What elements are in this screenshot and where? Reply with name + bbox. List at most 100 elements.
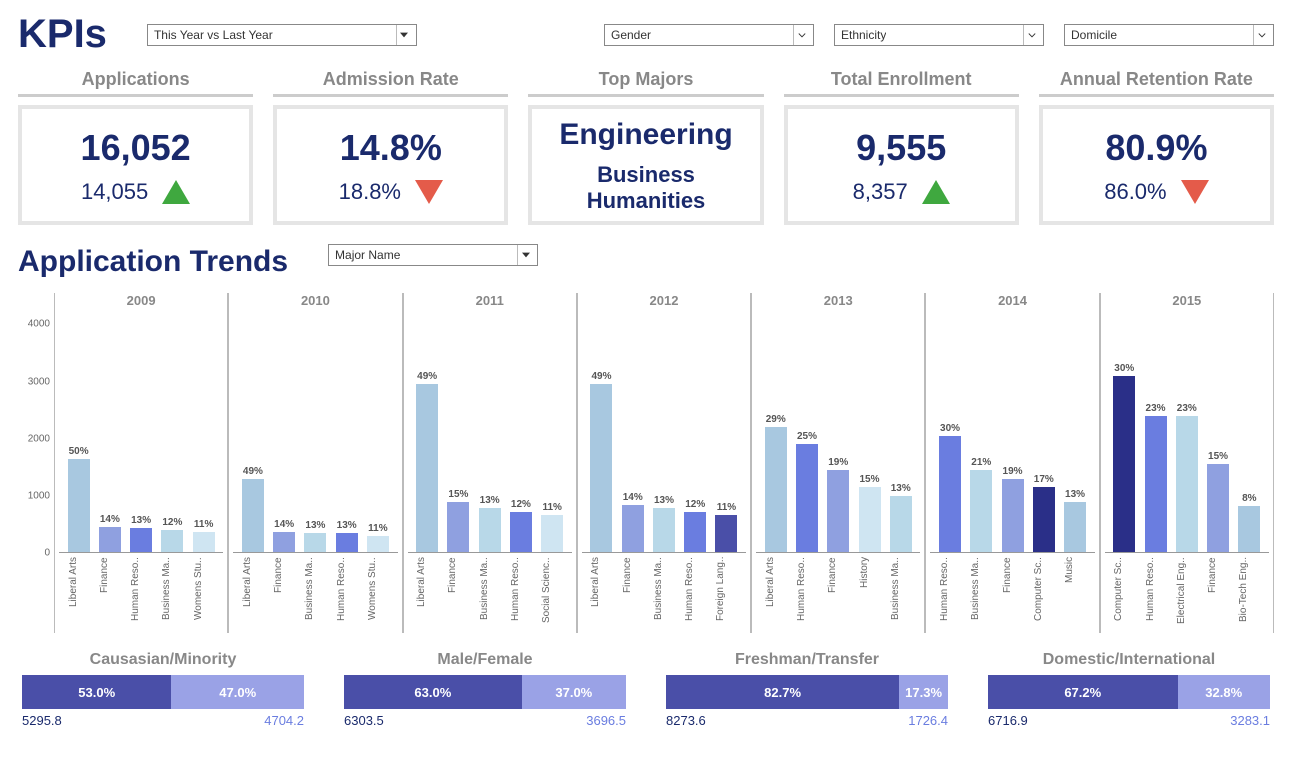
trends-chart: 01000200030004000 200950%14%13%12%11%Lib… — [18, 293, 1274, 633]
breakdown-value-1: 5295.8 — [22, 713, 62, 728]
breakdown-value-2: 3696.5 — [586, 713, 626, 728]
chart-bar[interactable]: 15% — [856, 313, 883, 553]
chart-bar[interactable]: 23% — [1142, 313, 1169, 553]
chart-bar-rect — [715, 515, 737, 553]
chart-bar-rect — [541, 515, 563, 553]
chart-year-panel: 201430%21%19%17%13%Human Reso..Business … — [925, 293, 1099, 633]
chart-category-label: Liberal Arts — [242, 557, 264, 633]
chart-bar[interactable]: 15% — [445, 313, 472, 553]
filter-ethnicity-dropdown[interactable]: Ethnicity — [834, 24, 1044, 46]
kpi-box: 9,5558,357 — [784, 105, 1019, 225]
kpi-title: Annual Retention Rate — [1039, 69, 1274, 97]
chart-bar-rect — [1113, 376, 1135, 553]
chart-bar[interactable]: 13% — [302, 313, 329, 553]
kpi-sub-value: 18.8% — [339, 179, 401, 205]
chart-bar[interactable]: 13% — [333, 313, 360, 553]
chevron-down-icon — [396, 25, 412, 45]
filter-gender-dropdown[interactable]: Gender — [604, 24, 814, 46]
chart-bar-rect — [479, 508, 501, 553]
chart-bar[interactable]: 11% — [539, 313, 566, 553]
chart-bar[interactable]: 19% — [999, 313, 1026, 553]
chart-bars-area: 49%15%13% 12% 11% — [408, 313, 572, 553]
chart-category-label: Finance — [99, 557, 121, 633]
chart-bar[interactable]: 21% — [968, 313, 995, 553]
chart-category-label: Liberal Arts — [68, 557, 90, 633]
chart-bar-rect — [1002, 479, 1024, 553]
breakdown-bar: 67.2%32.8% — [988, 675, 1270, 709]
chart-bar[interactable]: 17% — [1030, 313, 1057, 553]
chart-bars-area: 49%14% 13% 13% 11% — [233, 313, 397, 553]
chart-bar-rect — [447, 502, 469, 553]
chart-category-label: Finance — [1002, 557, 1024, 633]
chart-bar-rect — [890, 496, 912, 553]
chart-category-label: Liberal Arts — [416, 557, 438, 633]
chart-bar[interactable]: 30% — [936, 313, 963, 553]
chart-bar[interactable]: 49% — [414, 313, 441, 553]
chart-bar[interactable]: 25% — [793, 313, 820, 553]
chart-category-label: Business Ma.. — [970, 557, 992, 633]
chart-bar[interactable]: 13% — [650, 313, 677, 553]
chart-bar-rect — [590, 384, 612, 553]
chart-bar[interactable]: 11% — [364, 313, 391, 553]
kpi-title: Top Majors — [528, 69, 763, 97]
chart-bar-pct: 13% — [305, 520, 325, 531]
chart-bars-area: 29%25%19%15% 13% — [756, 313, 920, 553]
breakdown-value-2: 1726.4 — [908, 713, 948, 728]
breakdown-title: Male/Female — [344, 651, 626, 669]
breakdown-seg1: 53.0% — [22, 675, 171, 709]
chevron-down-icon — [793, 25, 809, 45]
chart-bar[interactable]: 12% — [682, 313, 709, 553]
chart-bar-rect — [765, 427, 787, 553]
chart-bar[interactable]: 19% — [825, 313, 852, 553]
chart-bar[interactable]: 49% — [239, 313, 266, 553]
chart-bar-pct: 13% — [131, 515, 151, 526]
kpi-main-value: 16,052 — [32, 127, 239, 169]
breakdown-value-2: 3283.1 — [1230, 713, 1270, 728]
chart-bar-rect — [1207, 464, 1229, 553]
breakdown-seg2: 17.3% — [899, 675, 948, 709]
chart-ytick: 1000 — [28, 490, 50, 501]
chart-category-label: Liberal Arts — [590, 557, 612, 633]
chart-bar[interactable]: 11% — [713, 313, 740, 553]
chart-bar-pct: 12% — [685, 499, 705, 510]
chart-bar[interactable]: 12% — [159, 313, 186, 553]
chart-bar[interactable]: 13% — [887, 313, 914, 553]
filter-period-dropdown[interactable]: This Year vs Last Year — [147, 24, 417, 46]
chart-bar-pct: 12% — [511, 499, 531, 510]
chart-bar[interactable]: 8% — [1236, 313, 1263, 553]
chart-category-label: Womens Stu.. — [367, 557, 389, 633]
chart-category-label: History — [859, 557, 881, 633]
chart-bar[interactable]: 14% — [271, 313, 298, 553]
kpi-title: Applications — [18, 69, 253, 97]
filter-domicile-label: Domicile — [1071, 28, 1117, 42]
chart-category-label: Business Ma.. — [479, 557, 501, 633]
chart-category-label: Foreign Lang.. — [715, 557, 737, 633]
chart-bar[interactable]: 50% — [65, 313, 92, 553]
breakdown-bar: 82.7%17.3% — [666, 675, 948, 709]
kpi-tile: Applications16,05214,055 — [18, 69, 253, 225]
chart-bar[interactable]: 11% — [190, 313, 217, 553]
chart-bar[interactable]: 12% — [507, 313, 534, 553]
kpi-row: Applications16,05214,055Admission Rate14… — [18, 69, 1274, 225]
chart-bar-pct: 50% — [69, 446, 89, 457]
filter-domicile-dropdown[interactable]: Domicile — [1064, 24, 1274, 46]
chart-category-label: Music — [1064, 557, 1086, 633]
chart-bar-pct: 13% — [891, 483, 911, 494]
chart-bar-rect — [242, 479, 264, 553]
chart-bar-rect — [859, 487, 881, 553]
chart-bar[interactable]: 13% — [476, 313, 503, 553]
chart-bar[interactable]: 14% — [619, 313, 646, 553]
chart-bar-pct: 11% — [368, 523, 387, 534]
chart-bar[interactable]: 29% — [762, 313, 789, 553]
breakdown-values: 5295.84704.2 — [22, 713, 304, 728]
chart-bar[interactable]: 15% — [1204, 313, 1231, 553]
chart-bar[interactable]: 49% — [588, 313, 615, 553]
chart-bar[interactable]: 14% — [96, 313, 123, 553]
filter-major-dropdown[interactable]: Major Name — [328, 244, 538, 266]
chart-bar[interactable]: 30% — [1111, 313, 1138, 553]
chart-bar-rect — [336, 533, 358, 553]
chart-bar[interactable]: 23% — [1173, 313, 1200, 553]
kpi-sub-value: 86.0% — [1104, 179, 1166, 205]
chart-bar[interactable]: 13% — [1061, 313, 1088, 553]
chart-bar[interactable]: 13% — [128, 313, 155, 553]
